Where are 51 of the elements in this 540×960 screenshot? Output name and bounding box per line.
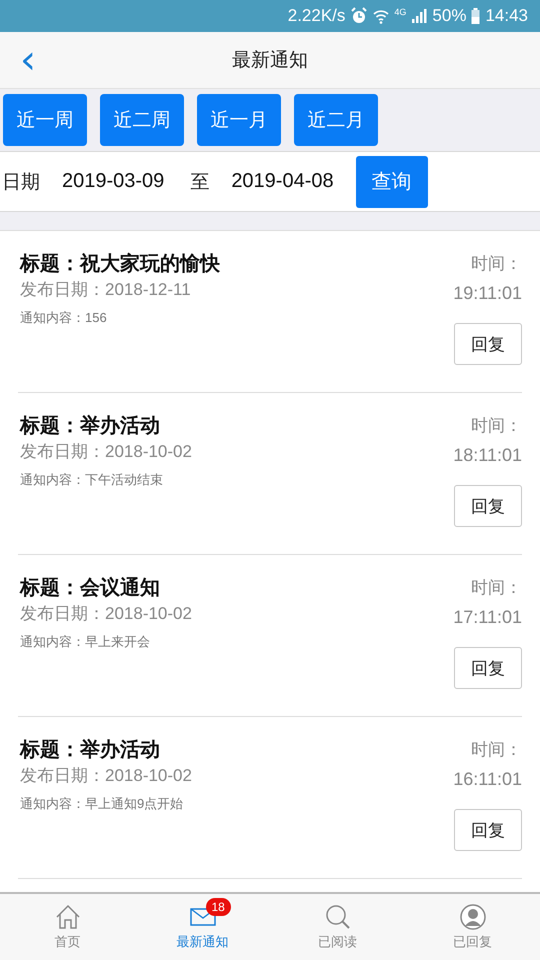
- notice-content: 通知内容：早上通知9点开始: [20, 795, 184, 813]
- time-label: 时间：: [471, 577, 522, 600]
- notice-title: 标题：祝大家玩的愉快: [20, 250, 220, 277]
- tab-item[interactable]: 已回复: [405, 894, 540, 960]
- time-label: 时间：: [471, 253, 522, 276]
- notice-time: 17:11:01: [453, 606, 522, 629]
- reply-button[interactable]: 回复: [454, 647, 522, 689]
- range-button[interactable]: 近一月: [197, 94, 281, 146]
- tab-item[interactable]: 首页: [0, 894, 135, 960]
- network-type: 4G: [394, 7, 406, 17]
- notice-time: 16:11:01: [453, 768, 522, 791]
- publish-date: 发布日期：2018-10-02: [20, 765, 192, 787]
- end-date-field[interactable]: 2019-04-08: [231, 170, 334, 193]
- range-button[interactable]: 近二周: [100, 94, 184, 146]
- notice-content: 通知内容：下午活动结束: [20, 471, 163, 489]
- tab-item[interactable]: 18 最新通知: [135, 894, 270, 960]
- notice-title: 标题：会议通知: [20, 574, 160, 601]
- home-icon: [54, 904, 80, 930]
- publish-date: 发布日期：2018-12-11: [20, 279, 191, 301]
- clock-time: 14:43: [485, 6, 528, 26]
- user-avatar-icon: [460, 904, 486, 930]
- wifi-icon: [373, 8, 390, 24]
- tab-item[interactable]: 已阅读: [270, 894, 405, 960]
- notice-content: 通知内容：早上来开会: [20, 633, 150, 651]
- time-label: 时间：: [471, 415, 522, 438]
- network-speed: 2.22K/s: [288, 6, 346, 26]
- back-button[interactable]: ‹: [14, 40, 42, 80]
- notice-time: 19:11:01: [453, 282, 522, 305]
- notice-content: 通知内容：156: [20, 309, 107, 327]
- publish-date: 发布日期：2018-10-02: [20, 441, 192, 463]
- publish-date: 发布日期：2018-10-02: [20, 603, 192, 625]
- notice-title: 标题：举办活动: [20, 736, 160, 763]
- signal-icon: [411, 8, 428, 24]
- reply-button[interactable]: 回复: [454, 323, 522, 365]
- unread-count-badge: 18: [206, 898, 231, 916]
- notice-time: 18:11:01: [453, 444, 522, 467]
- notice-title: 标题：举办活动: [20, 412, 160, 439]
- date-label: 日期: [2, 170, 40, 194]
- alarm-clock-icon: [350, 7, 368, 25]
- start-date-field[interactable]: 2019-03-09: [62, 170, 164, 193]
- search-icon: [324, 904, 350, 930]
- range-button[interactable]: 近一周: [3, 94, 87, 146]
- battery-percent: 50%: [432, 6, 466, 26]
- page-title: 最新通知: [232, 48, 308, 73]
- query-button[interactable]: 查询: [356, 156, 428, 208]
- reply-button[interactable]: 回复: [454, 809, 522, 851]
- reply-button[interactable]: 回复: [454, 485, 522, 527]
- range-button[interactable]: 近二月: [294, 94, 378, 146]
- date-separator: 至: [190, 170, 210, 194]
- battery-icon: [471, 8, 480, 24]
- time-label: 时间：: [471, 739, 522, 762]
